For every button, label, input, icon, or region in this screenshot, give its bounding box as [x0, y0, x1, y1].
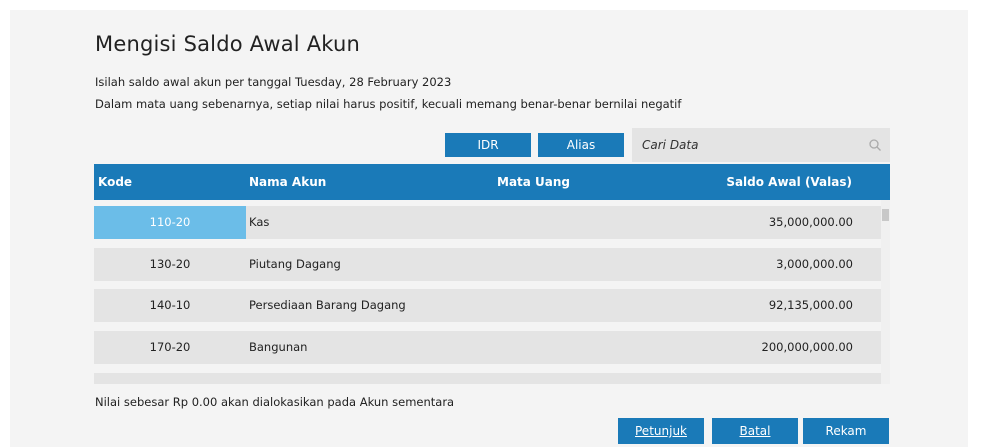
cell-nama-akun[interactable]: Persediaan Barang Dagang: [249, 289, 406, 322]
column-header-mata-uang[interactable]: Mata Uang: [497, 175, 570, 189]
column-header-saldo-awal[interactable]: Saldo Awal (Valas): [726, 175, 852, 189]
cell-nama-akun[interactable]: Kas: [249, 206, 269, 239]
cell-kode[interactable]: 110-20: [94, 206, 246, 239]
cell-saldo-awal[interactable]: 35,000,000.00: [769, 206, 853, 239]
cell-kode[interactable]: 140-10: [94, 289, 246, 322]
column-header-nama-akun[interactable]: Nama Akun: [249, 175, 326, 189]
table-row-partial[interactable]: [94, 373, 881, 384]
batal-label: Batal: [739, 424, 771, 438]
allocation-note: Nilai sebesar Rp 0.00 akan dialokasikan …: [95, 395, 455, 409]
search-box: [632, 128, 890, 162]
cell-saldo-awal[interactable]: 92,135,000.00: [769, 289, 853, 322]
batal-button[interactable]: Batal: [712, 418, 798, 444]
column-header-kode[interactable]: Kode: [98, 175, 132, 189]
search-icon[interactable]: [868, 138, 882, 152]
petunjuk-label: Petunjuk: [635, 424, 687, 438]
table-header: Kode Nama Akun Mata Uang Saldo Awal (Val…: [94, 164, 890, 200]
cell-saldo-awal[interactable]: 3,000,000.00: [776, 248, 853, 281]
description-date: Isilah saldo awal akun per tanggal Tuesd…: [95, 75, 452, 89]
idr-button[interactable]: IDR: [445, 133, 531, 157]
description-rule: Dalam mata uang sebenarnya, setiap nilai…: [95, 97, 682, 111]
cell-kode[interactable]: 130-20: [94, 248, 246, 281]
cell-kode[interactable]: 170-20: [94, 331, 246, 364]
petunjuk-button[interactable]: Petunjuk: [618, 418, 704, 444]
table-row[interactable]: 140-10 Persediaan Barang Dagang 92,135,0…: [94, 289, 881, 322]
alias-button[interactable]: Alias: [538, 133, 624, 157]
scrollbar-thumb[interactable]: [882, 209, 889, 221]
cell-nama-akun[interactable]: Bangunan: [249, 331, 307, 364]
alias-label: Alias: [566, 138, 596, 152]
table-row[interactable]: 110-20 Kas 35,000,000.00: [94, 206, 881, 239]
search-input[interactable]: [632, 128, 852, 162]
table-row[interactable]: 170-20 Bangunan 200,000,000.00: [94, 331, 881, 364]
table-row[interactable]: 130-20 Piutang Dagang 3,000,000.00: [94, 248, 881, 281]
table-body: 110-20 Kas 35,000,000.00 130-20 Piutang …: [94, 200, 890, 384]
rekam-label: Rekam: [825, 424, 867, 438]
page-title: Mengisi Saldo Awal Akun: [95, 32, 361, 56]
cell-saldo-awal[interactable]: 200,000,000.00: [762, 331, 853, 364]
vertical-scrollbar[interactable]: [881, 200, 890, 384]
cell-nama-akun[interactable]: Piutang Dagang: [249, 248, 341, 281]
rekam-button[interactable]: Rekam: [803, 418, 889, 444]
